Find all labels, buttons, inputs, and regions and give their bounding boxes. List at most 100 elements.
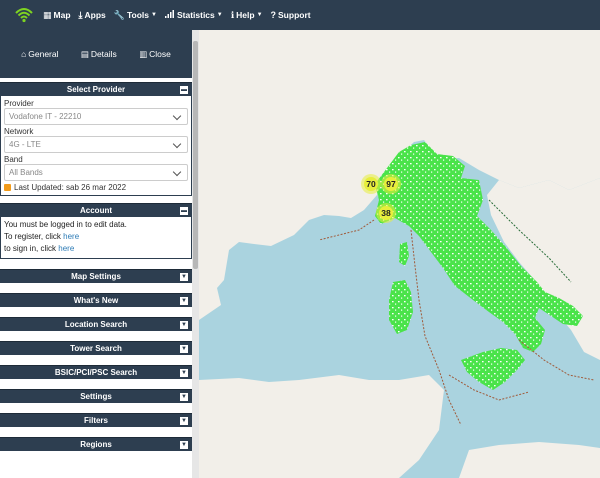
expand-icon[interactable]: ▼ <box>180 417 188 425</box>
panel-title: Regions <box>80 440 112 449</box>
panel-header[interactable]: Location Search ▼ <box>0 317 192 331</box>
signin-link[interactable]: here <box>58 244 74 253</box>
wrench-icon: 🔧 <box>113 9 125 20</box>
land-north-africa <box>199 375 444 478</box>
expand-icon[interactable]: ▼ <box>180 369 188 377</box>
nav-statistics[interactable]: Statistics ▼ <box>164 10 223 20</box>
nav-support[interactable]: ? Support <box>271 10 311 20</box>
collapse-icon[interactable]: ▬ <box>180 207 188 215</box>
panel-header[interactable]: Filters ▼ <box>0 413 192 427</box>
wifi-logo-icon[interactable] <box>13 6 35 24</box>
land-africa-east <box>459 442 600 478</box>
chevron-down-icon <box>172 167 182 177</box>
network-select[interactable]: 4G - LTE <box>4 136 188 153</box>
track-ligurian <box>318 219 375 241</box>
nav-help[interactable]: ℹ Help ▼ <box>231 10 263 21</box>
panel-title: Settings <box>80 392 112 401</box>
collapsed-panels: Map Settings ▼ What's New ▼ Location Search ▼… <box>0 269 192 451</box>
collapsed-panel: Filters ▼ <box>0 413 192 427</box>
panel-header[interactable]: Tower Search ▼ <box>0 341 192 355</box>
cluster-marker[interactable]: 70 <box>361 174 381 194</box>
register-line: To register, click here <box>4 231 188 243</box>
tab-close[interactable]: ▥ Close <box>139 49 171 60</box>
collapsed-panel: Settings ▼ <box>0 389 192 403</box>
band-label: Band <box>4 155 23 164</box>
cluster-count: 97 <box>386 179 396 189</box>
expand-icon[interactable]: ▼ <box>180 297 188 305</box>
select-provider-panel: Select Provider ▬ Provider Vodafone IT -… <box>0 82 192 196</box>
select-provider-header[interactable]: Select Provider ▬ <box>0 82 192 96</box>
last-updated: Last Updated: sab 26 mar 2022 <box>4 183 188 192</box>
coverage-map[interactable]: 70 97 38 <box>199 30 600 478</box>
nav-apps[interactable]: ⤓ Apps <box>79 10 106 21</box>
nav-statistics-label: Statistics <box>176 10 215 20</box>
panel-header[interactable]: Settings ▼ <box>0 389 192 403</box>
panel-header[interactable]: Map Settings ▼ <box>0 269 192 283</box>
nav-tools-label: Tools <box>126 10 150 20</box>
provider-label: Provider <box>4 99 34 108</box>
expand-icon[interactable]: ▼ <box>180 441 188 449</box>
select-provider-body: Provider Vodafone IT - 22210 Network 4G … <box>0 96 192 196</box>
signin-prefix: to sign in, click <box>4 244 59 253</box>
panel-title: Filters <box>83 416 108 425</box>
collapsed-panel: Location Search ▼ <box>0 317 192 331</box>
expand-icon[interactable]: ▼ <box>180 393 188 401</box>
collapsed-panel: Map Settings ▼ <box>0 269 192 283</box>
coverage-corsica <box>399 242 409 266</box>
collapsed-panel: BSIC/PCI/PSC Search ▼ <box>0 365 192 379</box>
select-provider-title: Select Provider <box>66 85 126 94</box>
nav-tools[interactable]: 🔧 Tools ▼ <box>114 10 157 21</box>
collapse-icon[interactable]: ▬ <box>180 86 188 94</box>
account-header[interactable]: Account ▬ <box>0 203 192 217</box>
nav-map[interactable]: ▦ Map <box>43 10 71 21</box>
expand-icon[interactable]: ▼ <box>180 321 188 329</box>
band-value: All Bands <box>9 168 43 177</box>
sidebar-header: ⌂ General ▤ Details ▥ Close <box>0 30 192 78</box>
collapsed-panel: What's New ▼ <box>0 293 192 307</box>
map-icon: ▦ <box>43 9 52 20</box>
land-iberia <box>199 288 221 320</box>
map-close-icon: ▥ <box>139 48 148 59</box>
sidebar-scrollbar[interactable] <box>192 30 199 478</box>
register-link[interactable]: here <box>63 232 79 241</box>
coverage-sicily <box>461 348 525 390</box>
provider-select[interactable]: Vodafone IT - 22210 <box>4 108 188 125</box>
tab-close-label: Close <box>149 49 171 59</box>
signin-line: to sign in, click here <box>4 243 188 255</box>
provider-value: Vodafone IT - 22210 <box>9 112 82 121</box>
panel-title: Location Search <box>64 320 128 329</box>
network-value: 4G - LTE <box>9 140 41 149</box>
last-updated-text: Last Updated: sab 26 mar 2022 <box>14 183 127 192</box>
tab-general-label: General <box>28 49 59 59</box>
home-icon: ⌂ <box>21 49 27 59</box>
account-panel: Account ▬ You must be logged in to edit … <box>0 203 192 259</box>
caret-down-icon: ▼ <box>151 12 157 18</box>
expand-icon[interactable]: ▼ <box>180 273 188 281</box>
sidebar: ⌂ General ▤ Details ▥ Close Select Provi… <box>0 30 192 478</box>
rss-icon[interactable] <box>4 184 11 191</box>
cluster-count: 70 <box>366 179 376 189</box>
panel-header[interactable]: BSIC/PCI/PSC Search ▼ <box>0 365 192 379</box>
map-canvas[interactable]: 70 97 38 <box>199 30 600 478</box>
panel-title: BSIC/PCI/PSC Search <box>54 368 138 377</box>
coverage-sardinia <box>389 280 413 334</box>
cluster-count: 38 <box>381 208 391 218</box>
top-nav: ▦ Map ⤓ Apps 🔧 Tools ▼ Statistics ▼ ℹ He… <box>0 0 600 30</box>
band-select[interactable]: All Bands <box>4 164 188 181</box>
panel-title: What's New <box>73 296 119 305</box>
panel-title: Tower Search <box>70 344 122 353</box>
panel-header[interactable]: Regions ▼ <box>0 437 192 451</box>
nav-support-label: Support <box>278 10 311 20</box>
panel-title: Map Settings <box>71 272 121 281</box>
cluster-marker[interactable]: 38 <box>376 203 396 223</box>
tab-details[interactable]: ▤ Details <box>81 49 117 60</box>
question-icon: ? <box>270 10 277 20</box>
panel-header[interactable]: What's New ▼ <box>0 293 192 307</box>
network-label: Network <box>4 127 34 136</box>
cluster-marker[interactable]: 97 <box>381 174 401 194</box>
nav-help-label: Help <box>236 10 255 20</box>
expand-icon[interactable]: ▼ <box>180 345 188 353</box>
signal-bars-icon <box>164 10 175 20</box>
scrollbar-thumb[interactable] <box>193 41 198 269</box>
tab-general[interactable]: ⌂ General <box>21 49 58 59</box>
